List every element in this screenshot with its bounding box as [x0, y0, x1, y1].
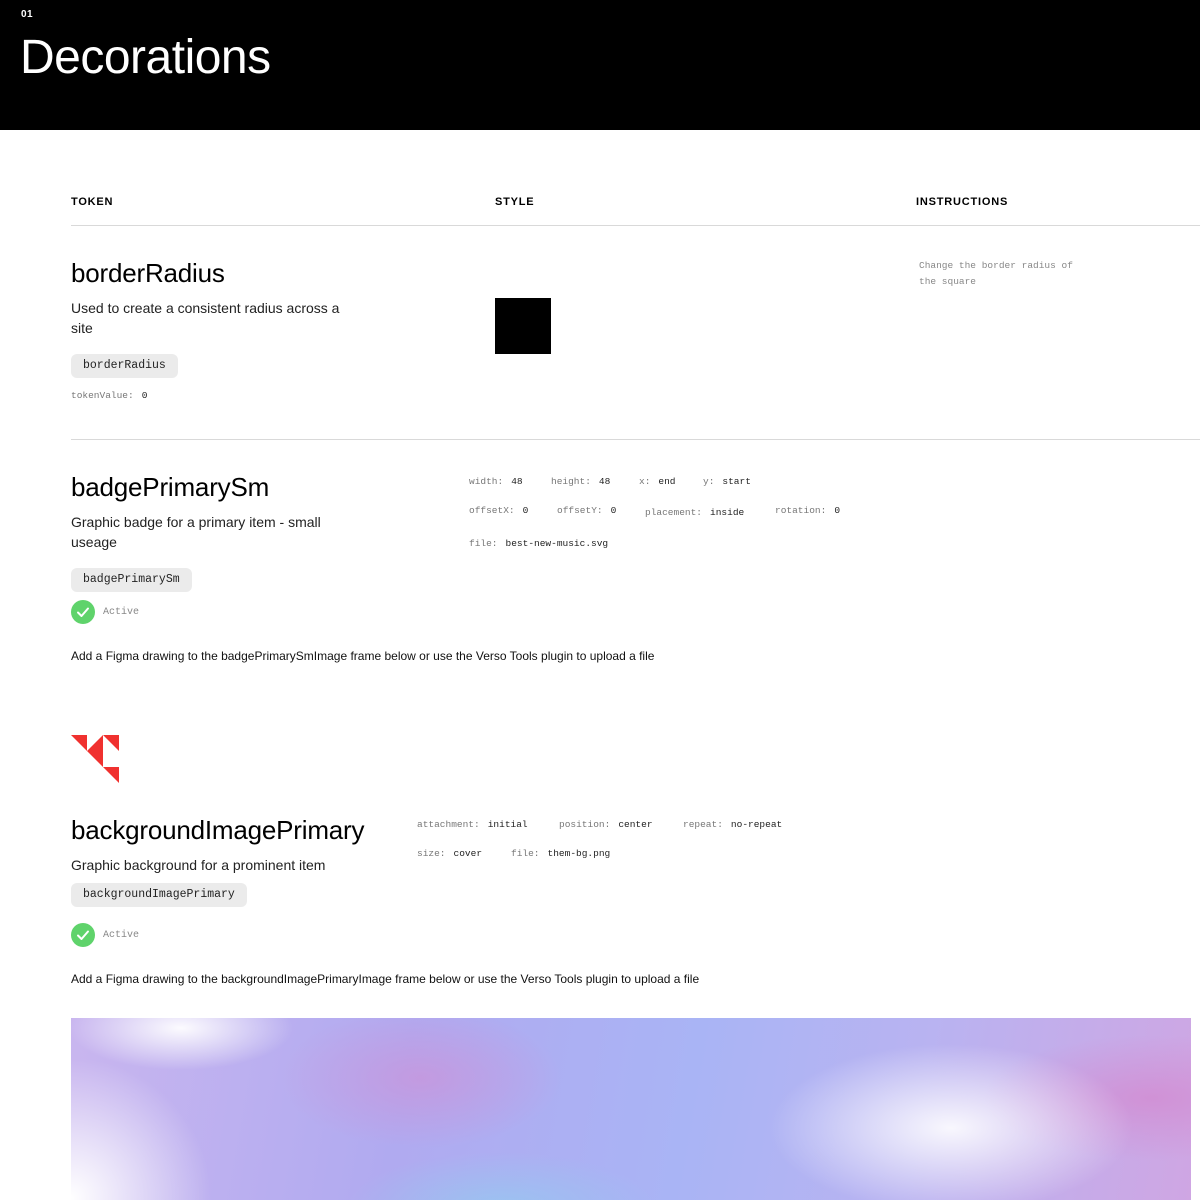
prop-height: height: 48 [551, 476, 611, 487]
prop-size: size: cover [417, 848, 483, 859]
prop-attachment: attachment: initial [417, 819, 528, 830]
prop-file: file: them-bg.png [511, 848, 611, 859]
token-name-border-radius: borderRadius [71, 258, 225, 288]
border-radius-preview-square [495, 298, 551, 354]
token-name-badge-primary-sm: badgePrimarySm [71, 472, 270, 502]
status-label: Active [103, 929, 140, 941]
prop-offsety: offsetY: 0 [557, 505, 617, 516]
best-new-music-icon [71, 735, 119, 783]
prop-placement: placement: inside [645, 507, 745, 518]
column-header-style: STYLE [495, 196, 535, 208]
token-description-border-radius: Used to create a consistent radius acros… [71, 300, 340, 336]
prop-y: y: start [703, 476, 751, 487]
column-header-instructions: INSTRUCTIONS [916, 196, 1009, 208]
token-chip-background-image-primary[interactable]: backgroundImagePrimary [71, 883, 247, 907]
prop-position: position: center [559, 819, 653, 830]
prop-repeat: repeat: no-repeat [683, 819, 783, 830]
column-header-token: TOKEN [71, 196, 114, 208]
token-chip-badge-primary-sm[interactable]: badgePrimarySm [71, 568, 192, 592]
prop-offsetx: offsetX: 0 [469, 505, 529, 516]
check-icon [71, 923, 95, 947]
status-label: Active [103, 606, 140, 618]
badge-image-frame[interactable] [71, 735, 119, 783]
page-title: Decorations [20, 31, 271, 84]
instructions-border-radius: Change the border radius of the square [919, 260, 1073, 287]
prop-width: width: 48 [469, 476, 523, 487]
page-header: 01 Decorations [0, 0, 1200, 130]
row-divider [71, 439, 1200, 440]
token-chip-border-radius[interactable]: borderRadius [71, 354, 178, 378]
token-value: 0 [141, 390, 148, 401]
status-active-badge: Active [71, 600, 139, 624]
prop-file: file: best-new-music.svg [469, 538, 609, 549]
background-image-frame[interactable] [71, 1018, 1191, 1200]
token-name-background-image-primary: backgroundImagePrimary [71, 815, 365, 845]
badge-upload-instructions: Add a Figma drawing to the badgePrimaryS… [71, 649, 655, 663]
background-upload-instructions: Add a Figma drawing to the backgroundIma… [71, 972, 700, 986]
header-divider [71, 225, 1200, 226]
token-value-label: tokenValue: [71, 390, 134, 401]
token-description-background-image-primary: Graphic background for a prominent item [71, 857, 326, 873]
status-active-badge: Active [71, 923, 139, 947]
token-description-badge-primary-sm: Graphic badge for a primary item - small… [71, 514, 321, 550]
check-icon [71, 600, 95, 624]
section-number: 01 [21, 9, 34, 20]
prop-x: x: end [639, 476, 676, 487]
token-value-border-radius: tokenValue: 0 [71, 390, 147, 401]
prop-rotation: rotation: 0 [775, 505, 841, 516]
